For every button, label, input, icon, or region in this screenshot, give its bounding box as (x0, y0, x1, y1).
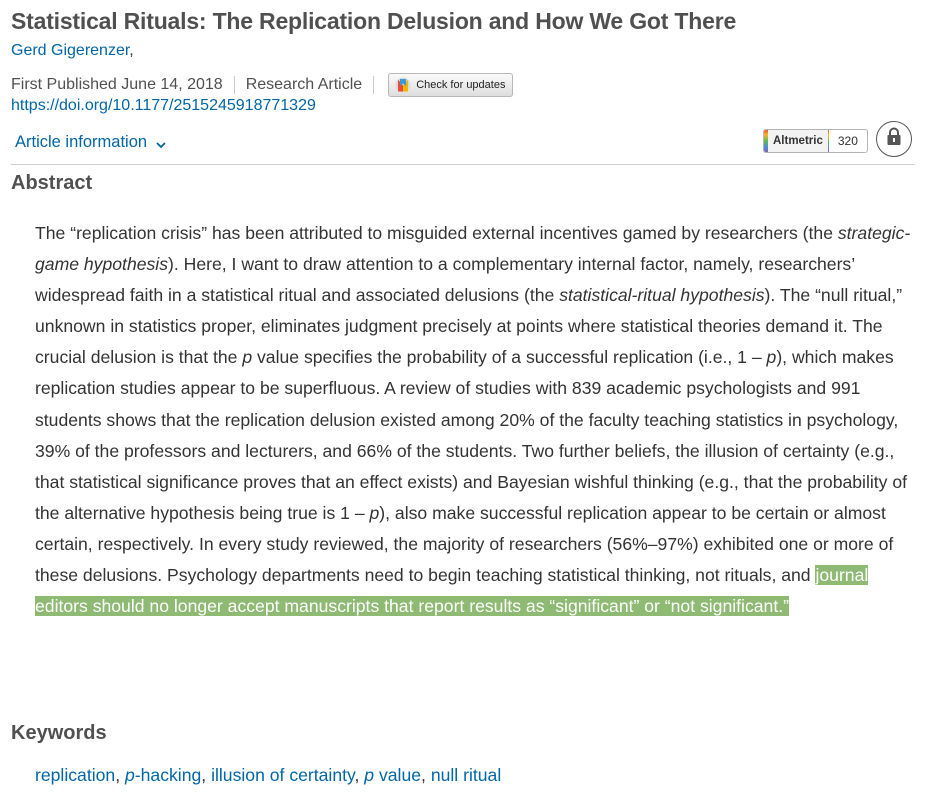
p-symbol: p (242, 347, 253, 368)
altmetric-score: 320 (837, 134, 858, 148)
keywords-heading: Keywords (11, 722, 107, 744)
altmetric-label: Altmetric (764, 130, 829, 152)
abstract-italic-term: statistical-ritual hypothesis (559, 285, 765, 306)
author-suffix: , (129, 42, 134, 59)
doi-link[interactable]: https://doi.org/10.1177/2515245918771329 (11, 97, 316, 114)
author-line: Gerd Gigerenzer, (11, 42, 134, 60)
header-divider (11, 164, 915, 165)
article-title: Statistical Rituals: The Replication Del… (11, 8, 737, 34)
meta-divider (373, 76, 375, 94)
publication-meta: First Published June 14, 2018 Research A… (11, 73, 514, 97)
crossmark-icon (395, 77, 411, 93)
article-information-toggle[interactable]: Article information (15, 133, 167, 152)
published-date: First Published June 14, 2018 (11, 76, 223, 93)
check-for-updates-label: Check for updates (416, 79, 506, 91)
article-information-label: Article information (15, 133, 148, 151)
check-for-updates-button[interactable]: Check for updates (388, 73, 514, 97)
keyword-link[interactable]: replication (35, 765, 115, 785)
lock-icon (886, 127, 902, 151)
p-symbol: p (369, 502, 380, 523)
keyword-link[interactable]: p-hacking (125, 765, 201, 785)
author-link[interactable]: Gerd Gigerenzer (11, 42, 129, 59)
keyword-link[interactable]: null ritual (431, 765, 501, 785)
abstract-heading: Abstract (11, 172, 93, 194)
meta-divider (233, 76, 235, 94)
keyword-link[interactable]: p value (364, 765, 421, 785)
keywords-list: replication, p-hacking, illusion of cert… (35, 765, 502, 785)
abstract-text: The “replication crisis” has been attrib… (35, 223, 911, 617)
chevron-down-icon (155, 137, 167, 149)
doi-line: https://doi.org/10.1177/2515245918771329 (11, 97, 316, 115)
article-type: Research Article (245, 76, 363, 93)
altmetric-badge[interactable]: Altmetric 320 (763, 129, 868, 153)
access-lock-button[interactable] (876, 121, 912, 157)
p-symbol: p (766, 347, 777, 368)
keyword-link[interactable]: illusion of certainty (211, 765, 354, 785)
